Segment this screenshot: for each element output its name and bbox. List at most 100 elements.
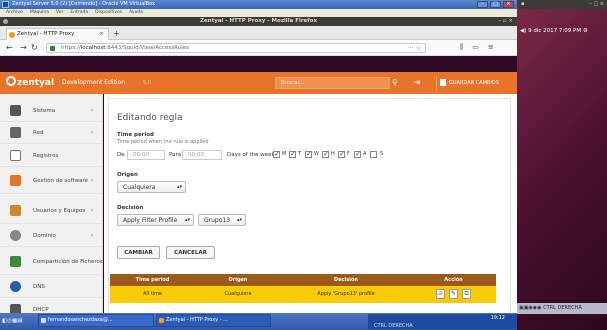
zentyal-logo: zentyal xyxy=(6,76,54,90)
day-t-checkbox[interactable]: ✓ xyxy=(289,151,296,158)
clone-icon[interactable]: ⧉ xyxy=(462,289,471,299)
chevron-down-icon: ▴▾ xyxy=(236,217,242,223)
tray-host-key: CTRL DERECHA xyxy=(374,323,413,329)
host-key-label: CTRL DERECHA xyxy=(543,305,582,311)
ubuntu-clock[interactable]: ◀) 9 dic 2017 7:09 PM ⚙ xyxy=(517,27,607,35)
day-s-label: S xyxy=(380,151,384,157)
menu-maquina[interactable]: Máquina xyxy=(30,9,49,17)
chevron-left-icon: ‹ xyxy=(90,177,93,184)
column-header: Acción xyxy=(444,277,463,283)
firefox-window-controls[interactable]: – ▫ × xyxy=(498,17,513,26)
cancel-button[interactable]: CANCELAR xyxy=(166,246,215,259)
table-cell: All time xyxy=(142,291,163,297)
sidebar-toggle-icon[interactable]: ▭ xyxy=(472,42,479,52)
back-icon[interactable]: ← xyxy=(6,43,13,53)
menu-entrada[interactable]: Entrada xyxy=(70,9,88,17)
forward-icon[interactable]: → xyxy=(20,43,27,53)
virtualbox-title: Zentyal Server 5.0 (2) [Corriendo] - Ora… xyxy=(12,1,155,7)
sidebar-item-label: Registros xyxy=(33,153,59,159)
dns-icon xyxy=(10,281,21,292)
save-changes-button[interactable]: GUARDAR CAMBIOS xyxy=(436,76,517,90)
sidebar-item-sistema[interactable]: Sistema ‹ xyxy=(0,100,103,122)
taskbar-clock: 19:12 xyxy=(490,315,505,321)
decision-select[interactable]: Apply Filter Profile ▴▾ xyxy=(117,214,194,226)
sidebar-item-comparticion[interactable]: Compartición de Ficheros xyxy=(0,249,103,275)
system-tray: 19:12 CTRL DERECHA xyxy=(368,314,517,329)
url-bar[interactable]: https://localhost:8443/Squid/View/Access… xyxy=(46,43,426,53)
menu-archivo[interactable]: Archivo xyxy=(6,9,23,17)
taskbar-item-terminal[interactable]: fernandosanchezdaza@... xyxy=(38,314,154,327)
day-w-checkbox[interactable]: ✓ xyxy=(305,151,312,158)
start-button[interactable]: ◧◎▦▤ xyxy=(2,314,32,329)
sidebar-item-label: Gestión de software xyxy=(33,178,89,184)
close-button[interactable]: × xyxy=(503,1,514,8)
zentyal-brand: zentyal xyxy=(17,78,55,88)
page-actions-icon[interactable]: ··· ☆ xyxy=(408,44,421,53)
disk-icon xyxy=(440,79,446,86)
window-controls: – □ × xyxy=(477,1,514,8)
sidebar-item-label: Dominio xyxy=(33,233,56,239)
to-time-input[interactable]: 00:00 xyxy=(182,150,222,160)
sidebar-item-gestion-software[interactable]: Gestión de software ‹ xyxy=(0,168,103,194)
library-icon[interactable]: ⫼ xyxy=(460,42,463,52)
change-button[interactable]: CAMBIAR xyxy=(117,246,160,259)
sidebar-item-label: DNS xyxy=(33,284,45,290)
ubuntu-desktop xyxy=(517,0,607,330)
sidebar: Sistema ‹ Red ‹ Registros Gestión de sof… xyxy=(0,94,103,321)
decision-select-value: Apply Filter Profile xyxy=(123,217,178,224)
minimize-button[interactable]: – xyxy=(477,1,488,8)
sidebar-item-red[interactable]: Red ‹ xyxy=(0,122,103,144)
sidebar-item-registros[interactable]: Registros xyxy=(0,145,103,167)
taskbar-item-firefox[interactable]: Zentyal - HTTP Proxy - ... xyxy=(156,314,271,327)
sidebar-item-label: Compartición de Ficheros xyxy=(33,259,103,265)
search-icon[interactable]: ⚲ xyxy=(392,76,398,90)
day-m-checkbox[interactable]: ✓ xyxy=(273,151,280,158)
day-h-checkbox[interactable]: ✓ xyxy=(322,151,329,158)
clock-text: 9 dic 2017 7:09 PM xyxy=(528,28,582,34)
new-tab-button[interactable]: + xyxy=(113,28,120,39)
menu-dispositivos[interactable]: Dispositivos xyxy=(95,9,122,17)
url-host: localhost xyxy=(80,45,106,51)
virtualbox-titlebar: Zentyal Server 5.0 (2) [Corriendo] - Ora… xyxy=(0,0,517,9)
column-header: Decisión xyxy=(334,277,358,283)
sidebar-item-dns[interactable]: DNS xyxy=(0,276,103,298)
taskbar-item-label: fernandosanchezdaza@... xyxy=(48,317,113,323)
maximize-button[interactable]: □ xyxy=(490,1,501,8)
day-f-checkbox[interactable]: ✓ xyxy=(338,151,345,158)
menu-ver[interactable]: Ver xyxy=(56,9,63,17)
sidebar-item-dominio[interactable]: Dominio ‹ xyxy=(0,225,103,247)
table-cell: Cualquiera xyxy=(224,291,252,297)
reload-icon[interactable]: ↻ xyxy=(31,43,38,53)
time-period-label: Time period xyxy=(117,132,154,138)
from-time-input[interactable]: 00:00 xyxy=(127,150,165,160)
delete-icon[interactable]: ⊘ xyxy=(436,289,445,299)
day-s-checkbox[interactable] xyxy=(370,151,377,158)
logout-icon[interactable]: ⇥ xyxy=(413,76,421,90)
column-header: Time period xyxy=(135,277,170,283)
ubuntu-indicator-icon: ▪ xyxy=(521,1,525,7)
origen-select[interactable]: Cualquiera ▴▾ xyxy=(117,181,186,193)
zentyal-favicon-icon xyxy=(9,32,15,38)
day-w-label: W xyxy=(314,151,319,157)
column-header: Origen xyxy=(228,277,248,283)
time-period-help: Time period when the rule is applied xyxy=(117,139,209,145)
zentyal-search-input[interactable]: Buscar... xyxy=(275,77,390,89)
decision-label: Decisión xyxy=(117,205,144,211)
day-a-checkbox[interactable]: ✓ xyxy=(354,151,361,158)
menu-ayuda[interactable]: Ayuda xyxy=(129,9,143,17)
profile-select[interactable]: Grupo13 ▴▾ xyxy=(198,214,246,226)
terminal-icon xyxy=(41,318,46,323)
sidebar-item-usuarios[interactable]: Usuarios y Equipos ‹ xyxy=(0,198,103,224)
hamburger-menu-icon[interactable]: ≡ xyxy=(488,42,494,52)
sidebar-item-label: Sistema xyxy=(33,108,56,114)
sidebar-item-label: Usuarios y Equipos xyxy=(33,208,86,214)
tab-close-icon[interactable]: × xyxy=(99,29,104,40)
chevron-left-icon: ‹ xyxy=(90,129,93,136)
profile-select-value: Grupo13 xyxy=(204,217,231,224)
browser-tab[interactable]: Zentyal - HTTP Proxy × xyxy=(6,28,109,40)
origen-select-value: Cualquiera xyxy=(123,184,156,191)
zentyal-edition: Development Edition xyxy=(62,79,126,86)
to-label: Para xyxy=(169,152,182,158)
edit-icon[interactable]: ✎ xyxy=(449,289,458,299)
ubuntu-window-controls[interactable]: – □ × xyxy=(589,0,604,9)
